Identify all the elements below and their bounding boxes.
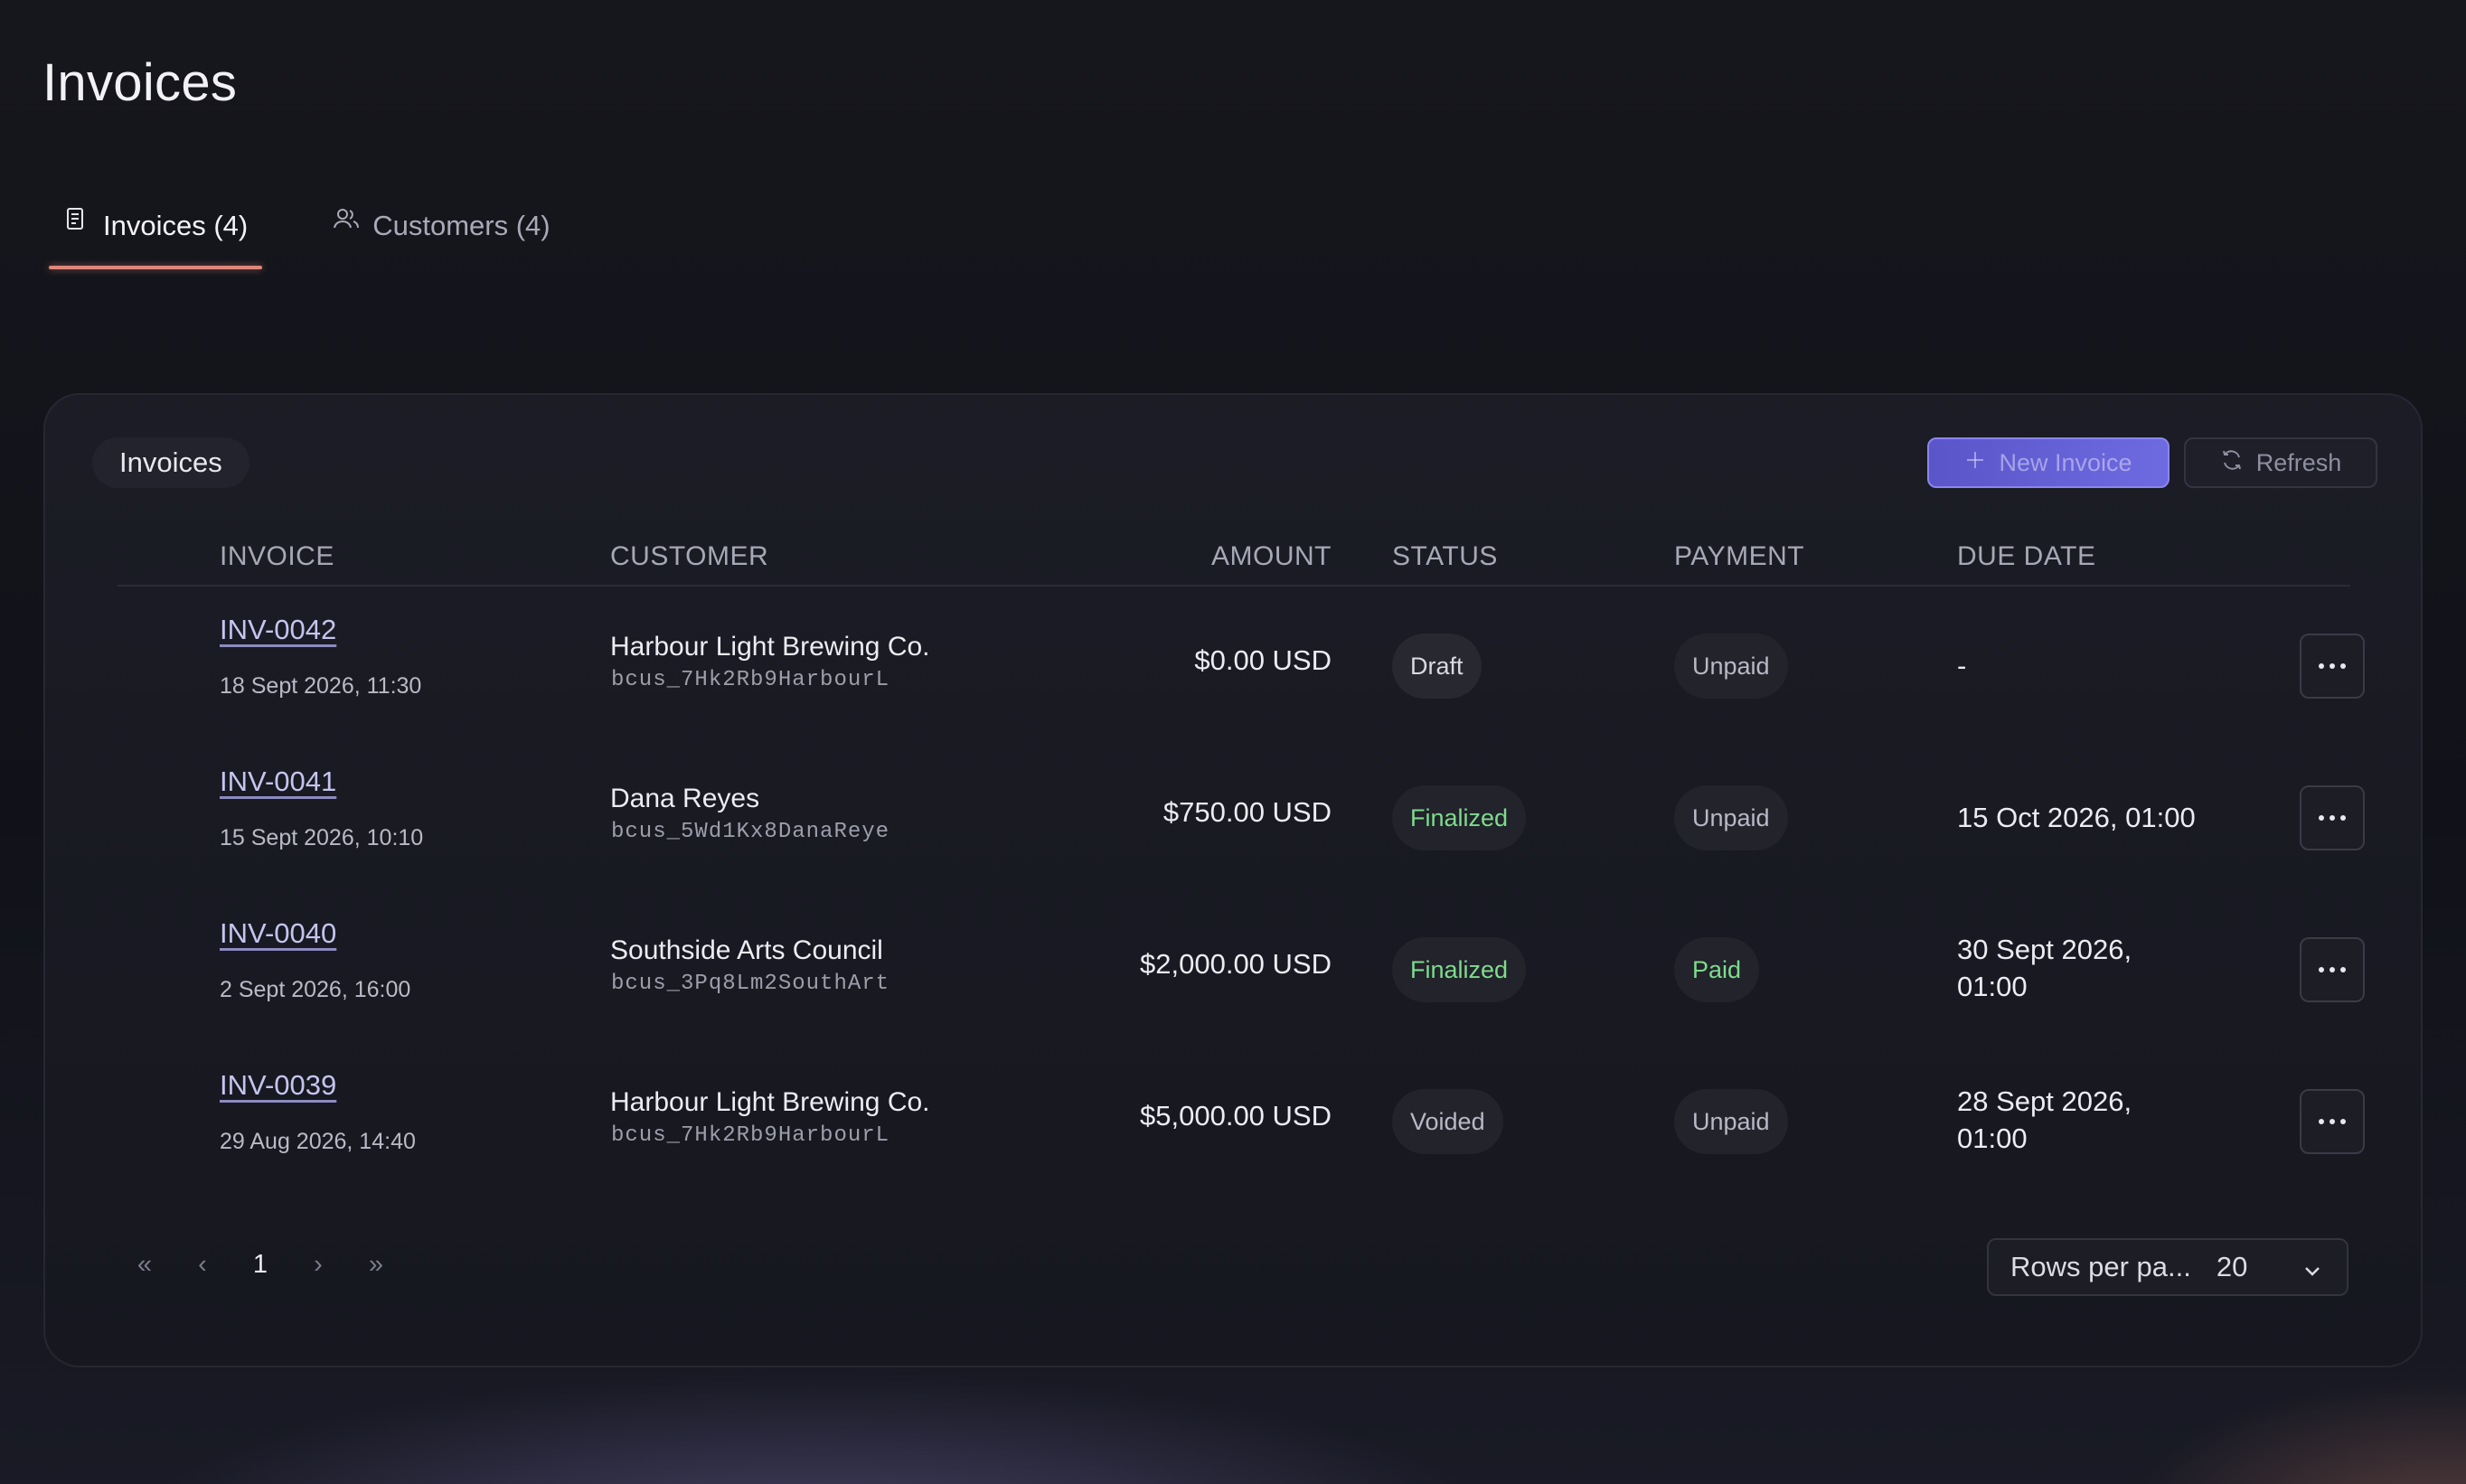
- due-date-line1: 28 Sept 2026,: [1957, 1085, 2132, 1117]
- page-title: Invoices: [42, 53, 238, 112]
- customer-name: Dana Reyes: [610, 784, 760, 813]
- card-title: Invoices: [92, 437, 249, 488]
- more-icon-dot: [2330, 967, 2335, 972]
- invoice-created-date: 15 Sept 2026, 10:10: [220, 825, 424, 850]
- more-icon-dot: [2340, 1119, 2346, 1124]
- refresh-label: Refresh: [2255, 448, 2342, 476]
- rows-per-page-value: 20: [2216, 1251, 2248, 1282]
- tab-bar: Invoices (4) Customers (4): [49, 199, 565, 269]
- status-badge: Finalized: [1392, 937, 1527, 1002]
- more-icon: [2319, 815, 2324, 821]
- new-invoice-button[interactable]: New Invoice: [1927, 437, 2170, 488]
- last-page-button[interactable]: »: [347, 1250, 405, 1280]
- due-date-line1: 30 Sept 2026,: [1957, 934, 2132, 965]
- status-badge: Finalized: [1392, 785, 1527, 850]
- header-invoice[interactable]: INVOICE: [220, 541, 334, 572]
- invoice-amount: $750.00 USD: [1162, 796, 1332, 828]
- tab-customers-label: Customers (4): [372, 210, 551, 241]
- invoice-link[interactable]: INV-0041: [220, 765, 336, 798]
- tab-customers[interactable]: Customers (4): [318, 199, 564, 253]
- table-row: INV-0042 18 Sept 2026, 11:30 Harbour Lig…: [118, 599, 2365, 751]
- plus-icon: [1964, 449, 1986, 477]
- more-icon: [2319, 1119, 2324, 1124]
- more-icon-dot: [2340, 967, 2346, 972]
- more-icon: [2319, 663, 2324, 669]
- due-date: -: [1957, 647, 2192, 684]
- rows-per-page-select[interactable]: Rows per pa... 20: [1987, 1238, 2348, 1296]
- table-row: INV-0041 15 Sept 2026, 10:10 Dana Reyes …: [118, 751, 2365, 903]
- tab-invoices[interactable]: Invoices (4): [49, 199, 263, 269]
- new-invoice-label: New Invoice: [1999, 448, 2132, 476]
- invoice-link[interactable]: INV-0042: [220, 614, 336, 646]
- tab-invoices-label: Invoices (4): [103, 210, 249, 241]
- header-customer[interactable]: CUSTOMER: [610, 541, 768, 572]
- invoice-created-date: 29 Aug 2026, 14:40: [220, 1129, 416, 1154]
- users-icon: [333, 206, 360, 233]
- status-badge: Voided: [1392, 1089, 1503, 1154]
- refresh-button[interactable]: Refresh: [2184, 437, 2377, 488]
- current-page[interactable]: 1: [231, 1250, 289, 1280]
- payment-badge: Unpaid: [1674, 634, 1788, 699]
- more-icon: [2319, 967, 2324, 972]
- due-date-line1: 15 Oct 2026, 01:00: [1957, 802, 2196, 833]
- table-row: INV-0039 29 Aug 2026, 14:40 Harbour Ligh…: [118, 1055, 2365, 1207]
- prev-page-button[interactable]: ‹: [174, 1250, 231, 1280]
- table-header: INVOICE CUSTOMER AMOUNT STATUS PAYMENT D…: [118, 531, 2350, 587]
- header-amount[interactable]: AMOUNT: [1211, 541, 1332, 572]
- customer-id: bcus_3Pq8Lm2SouthArt: [611, 972, 890, 996]
- pagination: « ‹ 1 › »: [116, 1250, 405, 1280]
- invoice-amount: $5,000.00 USD: [1140, 1100, 1332, 1132]
- due-date: 28 Sept 2026, 01:00: [1957, 1083, 2192, 1157]
- rows-per-page-label: Rows per pa...: [2010, 1251, 2191, 1282]
- invoice-created-date: 18 Sept 2026, 11:30: [220, 673, 422, 699]
- more-icon-dot: [2330, 663, 2335, 669]
- chevron-down-icon: [2301, 1256, 2323, 1278]
- invoice-link[interactable]: INV-0039: [220, 1069, 336, 1102]
- customer-name: Harbour Light Brewing Co.: [610, 1087, 930, 1117]
- payment-badge: Unpaid: [1674, 785, 1788, 850]
- invoice-amount: $0.00 USD: [1194, 644, 1332, 676]
- next-page-button[interactable]: ›: [289, 1250, 347, 1280]
- due-date-line2: 01:00: [1957, 1122, 2028, 1154]
- invoice-amount: $2,000.00 USD: [1140, 948, 1332, 980]
- header-payment[interactable]: PAYMENT: [1674, 541, 1804, 572]
- more-icon-dot: [2340, 663, 2346, 669]
- first-page-button[interactable]: «: [116, 1250, 174, 1280]
- more-icon-dot: [2330, 815, 2335, 821]
- status-badge: Draft: [1392, 634, 1482, 699]
- customer-name: Harbour Light Brewing Co.: [610, 632, 930, 662]
- due-date-line1: -: [1957, 650, 1967, 681]
- customer-id: bcus_5Wd1Kx8DanaReye: [611, 820, 890, 844]
- refresh-icon: [2220, 448, 2244, 478]
- invoice-link[interactable]: INV-0040: [220, 917, 336, 950]
- row-actions-button[interactable]: [2300, 937, 2365, 1002]
- customer-id: bcus_7Hk2Rb9HarbourL: [611, 1123, 890, 1148]
- due-date-line2: 01:00: [1957, 971, 2028, 1002]
- row-actions-button[interactable]: [2300, 785, 2365, 850]
- invoices-card: Invoices New Invoice Refresh INVOICE CUS…: [43, 393, 2423, 1367]
- due-date: 30 Sept 2026, 01:00: [1957, 931, 2192, 1005]
- row-actions-button[interactable]: [2300, 634, 2365, 699]
- customer-id: bcus_7Hk2Rb9HarbourL: [611, 668, 890, 692]
- more-icon-dot: [2340, 815, 2346, 821]
- table-row: INV-0040 2 Sept 2026, 16:00 Southside Ar…: [118, 903, 2365, 1055]
- due-date: 15 Oct 2026, 01:00: [1957, 799, 2246, 836]
- payment-badge: Unpaid: [1674, 1089, 1788, 1154]
- customer-name: Southside Arts Council: [610, 935, 883, 965]
- payment-badge: Paid: [1674, 937, 1760, 1002]
- header-status[interactable]: STATUS: [1392, 541, 1498, 572]
- header-due-date[interactable]: DUE DATE: [1957, 541, 2095, 572]
- receipt-icon: [63, 206, 87, 233]
- more-icon-dot: [2330, 1119, 2335, 1124]
- row-actions-button[interactable]: [2300, 1089, 2365, 1154]
- invoice-created-date: 2 Sept 2026, 16:00: [220, 977, 411, 1002]
